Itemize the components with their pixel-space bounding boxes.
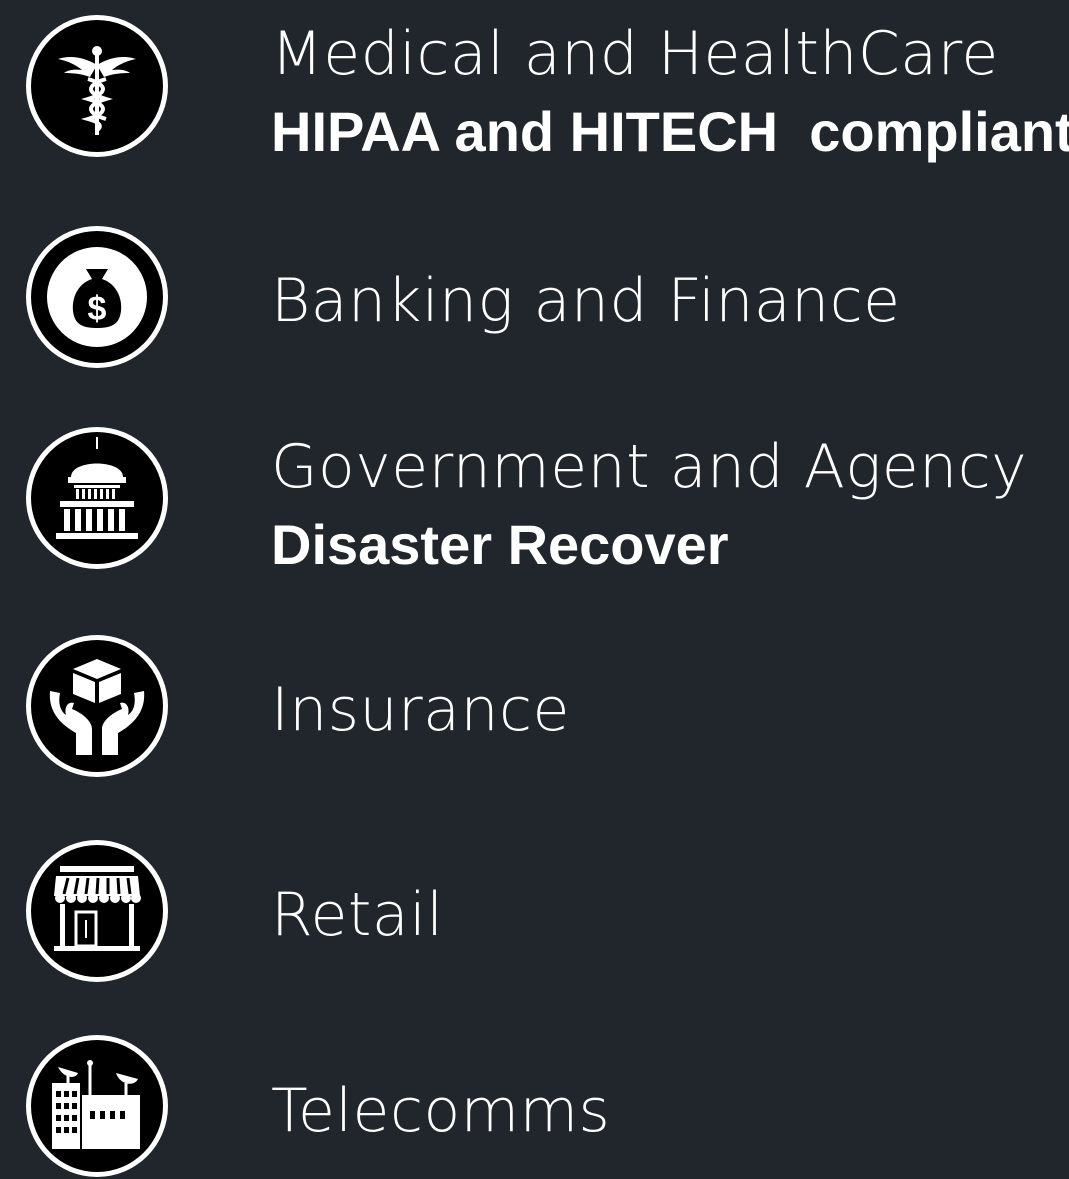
industry-title: Retail xyxy=(271,880,444,950)
industry-text-banking: Banking and Finance xyxy=(271,262,901,340)
industry-text-medical: Medical and HealthCare HIPAA and HITECH … xyxy=(271,15,1069,171)
industry-title: Telecomms xyxy=(271,1076,611,1146)
capitol-building-icon xyxy=(24,425,170,571)
storefront-icon xyxy=(24,838,170,984)
industry-title: Banking and Finance xyxy=(271,266,901,336)
industry-text-retail: Retail xyxy=(271,876,444,954)
svg-text:$: $ xyxy=(88,290,107,328)
caduceus-icon xyxy=(24,13,170,159)
industry-text-telecomms: Telecomms xyxy=(271,1072,610,1150)
money-bag-icon: $ xyxy=(24,224,170,370)
industry-subtitle: Disaster Recover xyxy=(271,513,729,576)
industry-text-government: Government and Agency Disaster Recover xyxy=(271,428,1027,584)
industry-subtitle: HIPAA and HITECH compliant xyxy=(271,100,1069,163)
industry-text-insurance: Insurance xyxy=(271,671,570,749)
hands-holding-box-icon xyxy=(24,633,170,779)
industry-title: Government and Agency xyxy=(271,432,1028,502)
factory-antenna-icon xyxy=(24,1033,170,1179)
industry-title: Insurance xyxy=(271,675,570,745)
industry-title: Medical and HealthCare xyxy=(271,19,999,89)
